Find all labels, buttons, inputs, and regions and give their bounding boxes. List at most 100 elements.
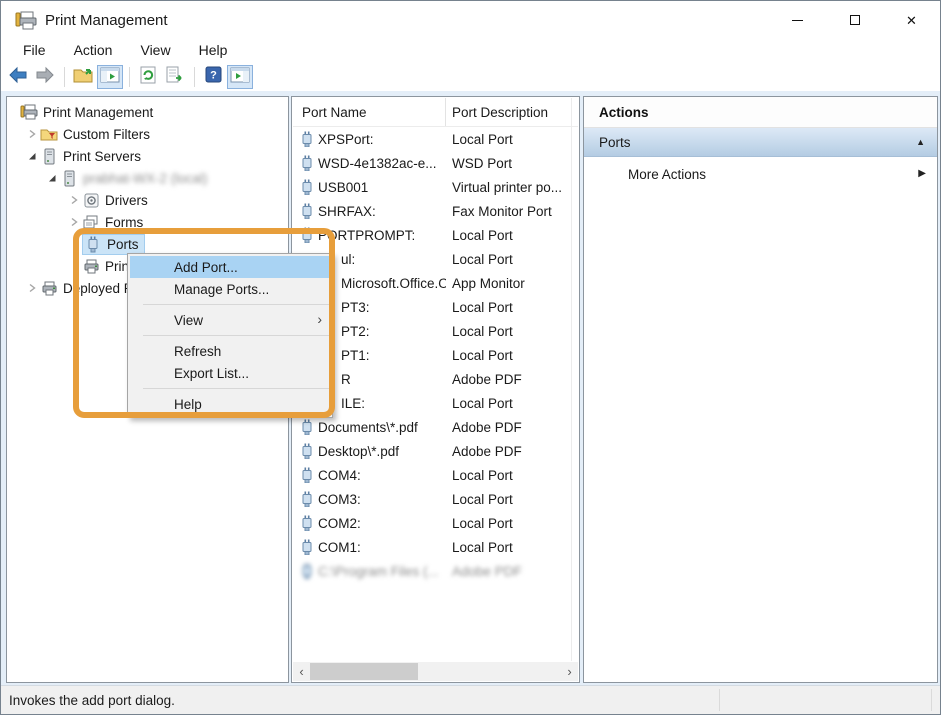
port-name-cell: COM3: — [293, 491, 446, 507]
chevron-collapsed-icon[interactable] — [66, 214, 82, 230]
port-name-text: PORTPROMPT: — [318, 227, 416, 243]
table-row[interactable]: Microsoft.Office.O... App Monitor — [293, 271, 578, 295]
table-row[interactable]: PORTPROMPT: Local Port — [293, 223, 578, 247]
tree-item-label: Drivers — [105, 192, 148, 208]
table-row[interactable]: SHRFAX: Fax Monitor Port — [293, 199, 578, 223]
menu-item-help[interactable]: Help — [128, 393, 332, 415]
scrollbar-thumb[interactable] — [310, 663, 418, 680]
menu-file[interactable]: File — [13, 40, 56, 62]
table-row[interactable]: Desktop\*.pdf Adobe PDF — [293, 439, 578, 463]
tree-item-custom-filters[interactable]: Custom Filters — [8, 123, 287, 145]
port-name-text: Documents\*.pdf — [318, 419, 418, 435]
port-name-text: XPSPort: — [318, 131, 374, 147]
port-description-cell: Local Port — [452, 539, 513, 555]
show-action-pane-button[interactable] — [227, 65, 253, 89]
port-name-cell: COM2: — [293, 515, 446, 531]
menu-separator — [143, 335, 330, 336]
menu-help[interactable]: Help — [189, 40, 238, 62]
table-row[interactable]: COM2: Local Port — [293, 511, 578, 535]
column-header-port-description[interactable]: Port Description — [446, 98, 578, 126]
chevron-collapsed-icon[interactable] — [66, 192, 82, 208]
back-button[interactable] — [5, 65, 31, 89]
chevron-expanded-icon[interactable] — [24, 148, 40, 164]
port-icon — [301, 491, 313, 507]
scrollbar-track[interactable] — [310, 662, 561, 681]
maximize-button[interactable] — [826, 1, 883, 39]
menu-item-label: Export List... — [174, 365, 250, 381]
chevron-collapsed-icon[interactable] — [24, 126, 40, 142]
tree-item-label: Ports — [107, 236, 139, 252]
port-description-cell: Local Port — [452, 347, 513, 363]
actions-section-ports[interactable]: Ports ▲ — [584, 128, 937, 157]
table-row[interactable]: Documents\*.pdf Adobe PDF — [293, 415, 578, 439]
status-bar: Invokes the add port dialog. — [1, 685, 940, 714]
show-console-tree-button[interactable] — [97, 65, 123, 89]
status-divider — [931, 689, 932, 711]
minimize-button[interactable] — [769, 1, 826, 39]
table-row[interactable]: USB001 Virtual printer po... — [293, 175, 578, 199]
forward-button[interactable] — [32, 65, 58, 89]
refresh-button[interactable] — [135, 65, 161, 89]
table-row[interactable]: WSD-4e1382ac-e... WSD Port — [293, 151, 578, 175]
port-description-cell: Local Port — [452, 323, 513, 339]
port-description-cell: WSD Port — [452, 155, 513, 171]
port-name-text: R — [341, 371, 351, 387]
tree-item-prabhat-wx-2-local[interactable]: prabhat-WX-2 (local) — [8, 167, 287, 189]
table-row[interactable]: ILE: Local Port — [293, 391, 578, 415]
chevron-expanded-icon[interactable] — [44, 170, 60, 186]
menu-item-refresh[interactable]: Refresh — [128, 340, 332, 362]
close-button[interactable]: ✕ — [883, 1, 940, 39]
table-row[interactable]: COM1: Local Port — [293, 535, 578, 559]
printer-icon — [40, 280, 58, 297]
export-list-button[interactable] — [162, 65, 188, 89]
tree-item-label: Print Servers — [63, 148, 142, 164]
menu-item-export-list[interactable]: Export List... — [128, 362, 332, 384]
table-row[interactable]: COM3: Local Port — [293, 487, 578, 511]
table-row[interactable]: PT2: Local Port — [293, 319, 578, 343]
menu-item-add-port[interactable]: Add Port... — [130, 256, 330, 278]
chevron-collapsed-icon[interactable] — [24, 280, 40, 296]
more-actions-label: More Actions — [628, 166, 707, 182]
scroll-right-arrow[interactable]: › — [561, 662, 578, 681]
tree-item-forms[interactable]: Forms — [8, 211, 287, 233]
tree-item-label: Print Management — [43, 104, 154, 120]
table-row[interactable]: XPSPort: Local Port — [293, 127, 578, 151]
collapse-section-icon[interactable]: ▲ — [916, 137, 925, 147]
menu-item-label: View — [174, 312, 204, 328]
tree-item-print-servers[interactable]: Print Servers — [8, 145, 287, 167]
horizontal-scrollbar[interactable]: ‹ › — [293, 662, 578, 681]
svg-text:?: ? — [210, 70, 217, 82]
column-header-port-name[interactable]: Port Name — [293, 98, 446, 126]
port-description-cell: Local Port — [452, 467, 513, 483]
port-icon — [301, 539, 313, 555]
table-row[interactable]: C:\Program Files (... Adobe PDF — [293, 559, 578, 583]
port-name-cell: Desktop\*.pdf — [293, 443, 446, 459]
table-row[interactable]: PT1: Local Port — [293, 343, 578, 367]
table-row[interactable]: R Adobe PDF — [293, 367, 578, 391]
more-actions-item[interactable]: More Actions ▶ — [584, 157, 937, 191]
tree-item-print-management[interactable]: Print Management — [8, 101, 287, 123]
port-name-cell: USB001 — [293, 179, 446, 195]
port-description-cell: Fax Monitor Port — [452, 203, 552, 219]
menu-item-manage-ports[interactable]: Manage Ports... — [128, 278, 332, 300]
menu-action[interactable]: Action — [64, 40, 123, 62]
table-row[interactable]: PT3: Local Port — [293, 295, 578, 319]
help-button[interactable]: ? — [200, 65, 226, 89]
toolbar-separator — [64, 67, 65, 87]
port-name-text: C:\Program Files (... — [318, 563, 439, 579]
port-description-cell: Adobe PDF — [452, 443, 522, 459]
menu-item-label: Add Port... — [174, 259, 238, 275]
server-icon — [40, 148, 58, 165]
up-one-level-button[interactable] — [70, 65, 96, 89]
menu-view[interactable]: View — [130, 40, 180, 62]
menu-item-label: Manage Ports... — [174, 281, 270, 297]
tree-item-ports[interactable]: Ports — [8, 233, 287, 255]
table-row[interactable]: COM4: Local Port — [293, 463, 578, 487]
menu-item-view[interactable]: View › — [128, 309, 332, 331]
scroll-left-arrow[interactable]: ‹ — [293, 662, 310, 681]
drivers-icon — [82, 192, 100, 209]
tree-item-label: prabhat-WX-2 (local) — [83, 170, 208, 186]
table-row[interactable]: ul: Local Port — [293, 247, 578, 271]
tree-item-drivers[interactable]: Drivers — [8, 189, 287, 211]
